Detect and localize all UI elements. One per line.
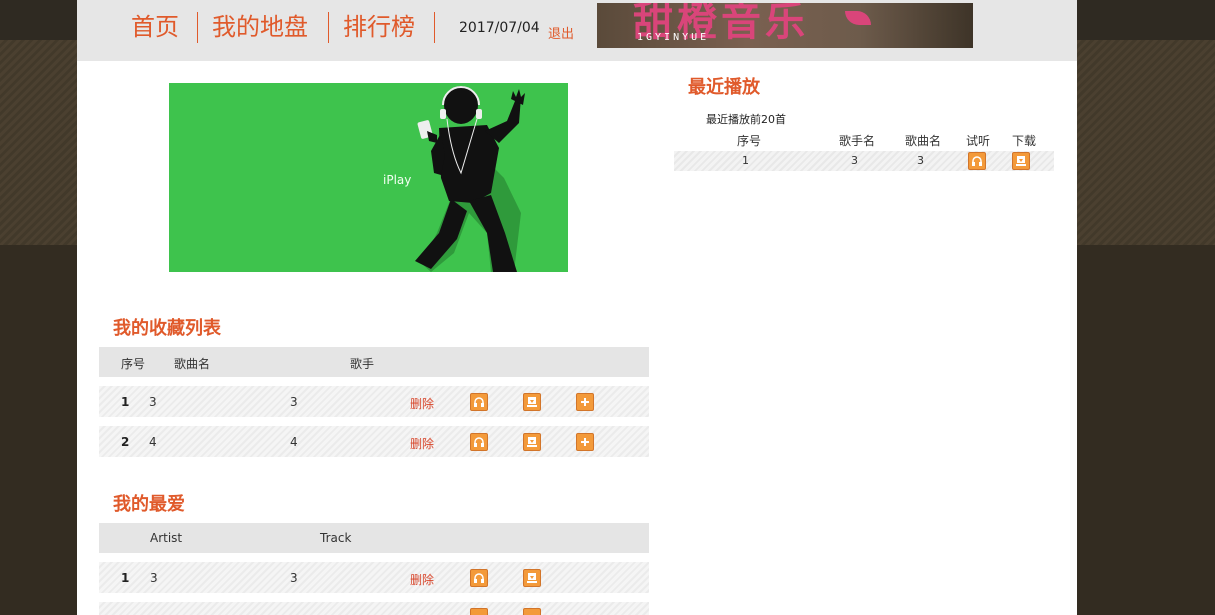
table-row: 1 3 3 删除 [99,562,649,593]
row-song: 3 [149,395,157,409]
favorites-table-header: 序号 歌曲名 歌手 [99,347,649,377]
row-artist: 3 [290,395,298,409]
nav-my-space[interactable]: 我的地盘 [212,10,308,44]
delete-button[interactable]: 删除 [410,571,434,588]
table-row [99,602,649,615]
headphones-icon[interactable] [470,393,488,411]
plus-icon[interactable] [576,433,594,451]
recent-title: 最近播放 [688,77,760,98]
leaf-icon [845,11,871,25]
loves-title: 我的最爱 [113,494,185,515]
banner-logo-subtext: 1GYINYUE [637,32,710,43]
nav-ranking[interactable]: 排行榜 [343,10,415,44]
headphones-icon[interactable] [470,608,488,615]
page-container: 首页 我的地盘 排行榜 2017/07/04 退出 甜橙音乐 1GYINYUE [77,0,1077,615]
header-bar: 首页 我的地盘 排行榜 2017/07/04 退出 甜橙音乐 1GYINYUE [77,0,1077,61]
loves-table-header: Artist Track [99,523,649,553]
nav-separator [328,12,329,43]
nav-separator [197,12,198,43]
row-track: 3 [290,571,298,585]
logout-link[interactable]: 退出 [548,23,574,42]
column-header-artist: 歌手 [350,357,375,371]
delete-button[interactable]: 删除 [410,395,434,412]
headphones-icon[interactable] [470,569,488,587]
table-row: 2 4 4 删除 [99,426,649,457]
column-header-download: 下载 [1012,134,1037,148]
dancer-silhouette-icon [415,86,525,272]
row-index: 1 [742,154,749,167]
plus-icon[interactable] [576,393,594,411]
headphones-icon[interactable] [470,433,488,451]
row-song: 4 [149,435,157,449]
column-header-song: 歌曲名 [174,357,211,371]
row-song: 3 [917,154,924,167]
favorites-title: 我的收藏列表 [113,318,221,339]
row-index: 1 [121,571,130,585]
headphones-icon[interactable] [968,152,986,170]
delete-button[interactable]: 删除 [410,435,434,452]
table-row: 1 3 3 删除 [99,386,649,417]
download-icon[interactable] [523,433,541,451]
row-artist: 4 [290,435,298,449]
column-header-index: 序号 [121,357,146,371]
download-icon[interactable] [523,393,541,411]
row-index: 2 [121,435,130,449]
column-header-artist: Artist [150,531,183,545]
download-icon[interactable] [523,569,541,587]
row-artist: 3 [150,571,158,585]
hero-label: iPlay [383,173,412,187]
nav-home[interactable]: 首页 [131,10,179,44]
recent-caption: 最近播放前20首 [706,113,786,126]
hero-image: iPlay [169,83,568,272]
column-header-song: 歌曲名 [905,134,942,148]
download-icon[interactable] [523,608,541,615]
table-row: 1 3 3 [674,151,1054,171]
column-header-listen: 试听 [966,134,991,148]
column-header-index: 序号 [737,134,762,148]
brand-banner[interactable]: 甜橙音乐 1GYINYUE [597,3,973,48]
nav-separator [434,12,435,43]
row-index: 1 [121,395,130,409]
column-header-track: Track [320,531,352,545]
current-date: 2017/07/04 [459,20,540,36]
download-icon[interactable] [1012,152,1030,170]
column-header-singer: 歌手名 [839,134,876,148]
row-singer: 3 [851,154,858,167]
